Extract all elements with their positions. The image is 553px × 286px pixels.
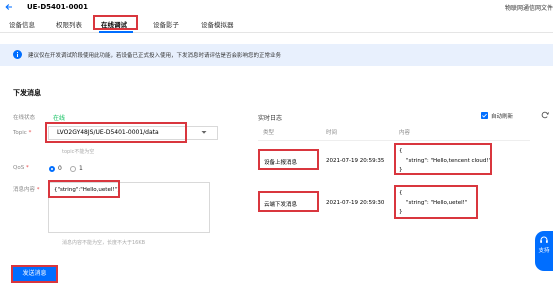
qos-option-1-label: 1 (79, 165, 83, 172)
support-label: 支持 (538, 248, 550, 254)
log-row-time: 2021-07-19 20:59:35 (326, 158, 385, 164)
chevron-down-icon[interactable] (201, 130, 207, 135)
status-value: 在线 (53, 115, 66, 122)
status-label: 在线状态 (13, 115, 36, 121)
log-col-content: 内容 (399, 130, 411, 136)
tab-highlight-box (93, 15, 138, 30)
log-content-highlight-box (394, 143, 492, 175)
info-icon (13, 50, 22, 59)
log-row-time: 2021-07-19 20:59:30 (326, 200, 385, 206)
topic-hint: topic不能为空 (62, 149, 95, 155)
header-right-link[interactable]: 物联网通信网文件 (505, 3, 553, 12)
top-bar: UE-D5401-0001 物联网通信网文件 (0, 0, 553, 14)
log-content-highlight-box (394, 185, 478, 219)
refresh-icon[interactable] (541, 111, 549, 119)
required-mark: * (36, 187, 40, 193)
tab-device-info[interactable]: 设备信息 (9, 19, 35, 29)
log-type-highlight-box (258, 191, 319, 212)
qos-option-0-label: 0 (58, 165, 62, 172)
message-label: 消息内容 * (13, 185, 40, 193)
auto-refresh-label: 自动刷新 (491, 114, 514, 120)
qos-label-text: QoS (13, 165, 25, 171)
message-highlight-box (48, 180, 120, 198)
tab-device-simulator[interactable]: 设备模拟器 (201, 19, 234, 29)
page-title: UE-D5401-0001 (27, 3, 89, 11)
notice-text: 建议仅在开发调试阶段使用此功能，若设备已正式投入使用，下发消息时请评估是否会影响… (28, 53, 282, 59)
topic-label-text: Topic (13, 130, 27, 136)
auto-refresh-checkbox[interactable] (481, 112, 488, 119)
topic-label: Topic * (13, 130, 31, 136)
message-label-text: 消息内容 (13, 187, 36, 193)
tab-permissions[interactable]: 权限列表 (56, 19, 82, 29)
qos-radio-1[interactable] (70, 166, 76, 172)
qos-label: QoS * (13, 165, 29, 171)
back-arrow-icon[interactable] (5, 3, 13, 11)
send-section-title: 下发消息 (13, 89, 41, 97)
tab-device-shadow[interactable]: 设备影子 (153, 19, 179, 29)
log-col-time: 时间 (326, 130, 338, 136)
message-hint: 消息内容不能为空，长度不大于16KB (62, 240, 146, 246)
log-col-type: 类型 (263, 130, 275, 136)
send-button-highlight-box (11, 265, 58, 283)
tab-active-underline (99, 31, 133, 33)
log-type-highlight-box (258, 149, 319, 170)
qos-radio-0[interactable] (49, 166, 55, 172)
headset-icon (540, 236, 548, 243)
topic-highlight-box (45, 122, 187, 143)
required-mark: * (25, 165, 29, 171)
tab-bar: 设备信息 权限列表 在线调试 设备影子 设备模拟器 (0, 15, 553, 33)
required-mark: * (28, 130, 32, 136)
log-divider (258, 140, 530, 141)
log-title: 实时日志 (258, 115, 283, 122)
